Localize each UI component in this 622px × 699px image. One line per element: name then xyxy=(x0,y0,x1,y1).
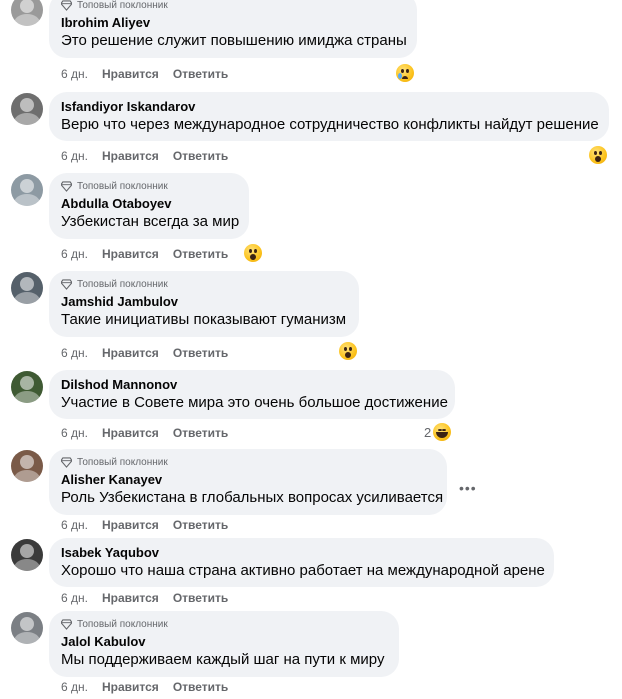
like-button[interactable]: Нравится xyxy=(102,518,159,532)
timestamp[interactable]: 6 дн. xyxy=(61,680,88,694)
badge-label: Топовый поклонник xyxy=(77,457,168,468)
timestamp[interactable]: 6 дн. xyxy=(61,149,88,163)
sad-reaction-icon xyxy=(396,64,414,82)
author-name[interactable]: Jalol Kabulov xyxy=(61,634,387,650)
like-button[interactable]: Нравится xyxy=(102,247,159,261)
like-button[interactable]: Нравится xyxy=(102,149,159,163)
badge-label: Топовый поклонник xyxy=(77,181,168,192)
badge-label: Топовый поклонник xyxy=(77,279,168,290)
like-button[interactable]: Нравится xyxy=(102,680,159,694)
reply-button[interactable]: Ответить xyxy=(173,149,228,163)
comment-bubble: Топовый поклонник Jamshid Jambulov Такие… xyxy=(49,271,359,337)
author-name[interactable]: Abdulla Otaboyev xyxy=(61,196,237,212)
comment-text: Роль Узбекистана в глобальных вопросах у… xyxy=(61,489,444,506)
diamond-icon xyxy=(61,279,72,290)
timestamp[interactable]: 6 дн. xyxy=(61,247,88,261)
timestamp[interactable]: 6 дн. xyxy=(61,67,88,81)
haha-reaction-icon xyxy=(433,423,452,441)
reaction-summary[interactable]: 2 xyxy=(424,423,452,441)
timestamp[interactable]: 6 дн. xyxy=(61,591,88,605)
comment-text: Мы поддерживаем каждый шаг на пути к мир… xyxy=(61,651,385,668)
comment-text: Такие инициативы показывают гуманизм xyxy=(61,311,347,328)
reaction-summary[interactable] xyxy=(339,342,357,360)
author-name[interactable]: Isfandiyor Iskandarov xyxy=(61,99,597,115)
author-name[interactable]: Isabek Yaqubov xyxy=(61,545,542,561)
more-options-icon[interactable]: ••• xyxy=(459,480,477,496)
top-fan-badge: Топовый поклонник xyxy=(61,456,435,469)
avatar[interactable] xyxy=(11,450,43,482)
comment-text: Узбекистан всегда за мир xyxy=(61,213,240,230)
like-button[interactable]: Нравится xyxy=(102,426,159,440)
badge-label: Топовый поклонник xyxy=(77,619,168,630)
avatar[interactable] xyxy=(11,174,43,206)
timestamp[interactable]: 6 дн. xyxy=(61,518,88,532)
comment-bubble: Dilshod Mannonov Участие в Совете мира э… xyxy=(49,370,455,419)
wow-reaction-icon xyxy=(589,146,607,164)
timestamp[interactable]: 6 дн. xyxy=(61,426,88,440)
reaction-summary[interactable] xyxy=(396,64,414,82)
author-name[interactable]: Dilshod Mannonov xyxy=(61,377,443,393)
like-button[interactable]: Нравится xyxy=(102,67,159,81)
timestamp[interactable]: 6 дн. xyxy=(61,346,88,360)
badge-label: Топовый поклонник xyxy=(77,0,168,11)
top-fan-badge: Топовый поклонник xyxy=(61,278,347,291)
top-fan-badge: Топовый поклонник xyxy=(61,618,387,631)
comment-text: Участие в Совете мира это очень большое … xyxy=(61,394,448,411)
diamond-icon xyxy=(61,0,72,11)
comment-bubble: Isabek Yaqubov Хорошо что наша страна ак… xyxy=(49,538,554,587)
reaction-summary[interactable] xyxy=(589,146,607,164)
diamond-icon xyxy=(61,457,72,468)
reply-button[interactable]: Ответить xyxy=(173,518,228,532)
like-button[interactable]: Нравится xyxy=(102,591,159,605)
top-fan-badge: Топовый поклонник xyxy=(61,0,405,12)
avatar[interactable] xyxy=(11,272,43,304)
reply-button[interactable]: Ответить xyxy=(173,247,228,261)
comment-text: Это решение служит повышению имиджа стра… xyxy=(61,32,407,49)
author-name[interactable]: Alisher Kanayev xyxy=(61,472,435,488)
reply-button[interactable]: Ответить xyxy=(173,680,228,694)
reaction-count: 2 xyxy=(424,424,432,440)
comment-bubble: Топовый поклонник Alisher Kanayev Роль У… xyxy=(49,449,447,515)
avatar[interactable] xyxy=(11,539,43,571)
comment-bubble: Топовый поклонник Jalol Kabulov Мы подде… xyxy=(49,611,399,677)
comment-bubble: Топовый поклонник Abdulla Otaboyev Узбек… xyxy=(49,173,249,239)
comment-text: Верю что через международное сотрудничес… xyxy=(61,116,599,133)
reply-button[interactable]: Ответить xyxy=(173,591,228,605)
reply-button[interactable]: Ответить xyxy=(173,67,228,81)
like-button[interactable]: Нравится xyxy=(102,346,159,360)
reaction-summary[interactable] xyxy=(244,244,262,262)
avatar[interactable] xyxy=(11,93,43,125)
diamond-icon xyxy=(61,181,72,192)
comment-bubble: Топовый поклонник Ibrohim Aliyev Это реш… xyxy=(49,0,417,58)
comment-bubble: Isfandiyor Iskandarov Верю что через меж… xyxy=(49,92,609,141)
avatar[interactable] xyxy=(11,0,43,26)
comment-text: Хорошо что наша страна активно работает … xyxy=(61,562,545,579)
diamond-icon xyxy=(61,619,72,630)
wow-reaction-icon xyxy=(244,244,262,262)
author-name[interactable]: Ibrohim Aliyev xyxy=(61,15,405,31)
avatar[interactable] xyxy=(11,612,43,644)
top-fan-badge: Топовый поклонник xyxy=(61,180,237,193)
avatar[interactable] xyxy=(11,371,43,403)
author-name[interactable]: Jamshid Jambulov xyxy=(61,294,347,310)
reply-button[interactable]: Ответить xyxy=(173,426,228,440)
reply-button[interactable]: Ответить xyxy=(173,346,228,360)
wow-reaction-icon xyxy=(339,342,357,360)
